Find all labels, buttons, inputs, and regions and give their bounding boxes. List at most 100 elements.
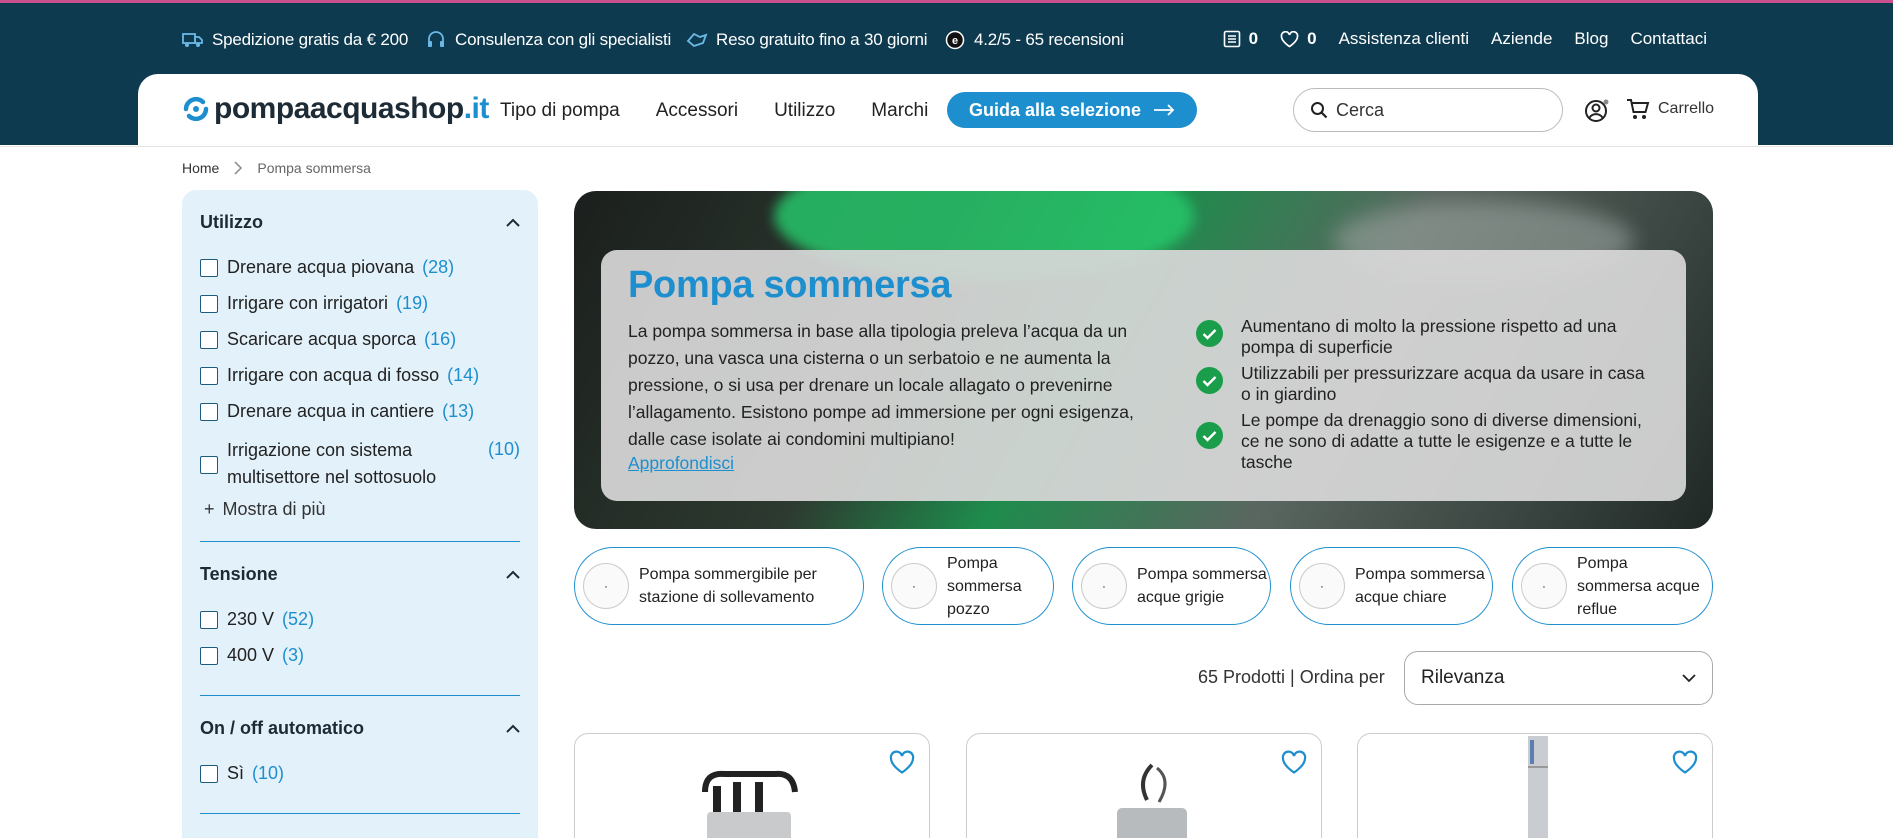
site-logo[interactable]: pompaacquashop .it <box>182 92 489 126</box>
chevron-down-icon <box>1682 673 1696 682</box>
filter-option[interactable]: Sì (10) <box>200 763 520 784</box>
category-thumbnail: ● <box>1299 563 1345 609</box>
filter-option[interactable]: 400 V (3) <box>200 645 520 666</box>
usp-returns: Reso gratuito fino a 30 giorni <box>686 29 928 51</box>
benefit-item: Aumentano di molto la pressione rispetto… <box>1196 316 1656 358</box>
chevron-up-icon <box>506 218 520 227</box>
logo-tld: .it <box>463 92 490 125</box>
category-chip[interactable]: ● Pompa sommersa acque grigie <box>1072 547 1271 625</box>
filter-option[interactable]: Drenare acqua in cantiere (13) <box>200 401 520 422</box>
link-contattaci[interactable]: Contattaci <box>1630 29 1707 49</box>
option-count: (10) <box>487 439 520 459</box>
logo-mark-icon <box>183 96 209 122</box>
category-label: Pompa sommersa acque grigie <box>1137 566 1267 606</box>
product-card[interactable] <box>966 733 1322 838</box>
product-image <box>1117 763 1187 838</box>
main-nav: Tipo di pompa Accessori Utilizzo Marchi <box>500 100 928 122</box>
breadcrumb-home[interactable]: Home <box>182 160 219 176</box>
filter-option[interactable]: Drenare acqua piovana (28) <box>200 257 520 278</box>
search-input[interactable] <box>1336 99 1536 121</box>
check-circle-icon <box>1196 367 1223 394</box>
category-hero: Pompa sommersa La pompa sommersa in base… <box>574 191 1713 529</box>
filter-option[interactable]: Irrigazione con sistema multisettore nel… <box>200 437 520 491</box>
filter-option[interactable]: Scaricare acqua sporca (16) <box>200 329 520 350</box>
nav-utilizzo[interactable]: Utilizzo <box>774 100 835 122</box>
arrow-right-icon <box>1154 104 1175 116</box>
guide-button[interactable]: Guida alla selezione <box>947 92 1198 128</box>
breadcrumb-current: Pompa sommersa <box>257 160 371 176</box>
checkbox[interactable] <box>200 456 218 474</box>
option-label: Drenare acqua in cantiere <box>227 401 435 421</box>
headset-icon <box>425 29 447 51</box>
category-chip[interactable]: ● Pompa sommersa acque chiare <box>1290 547 1493 625</box>
filter-option[interactable]: Irrigare con irrigatori (19) <box>200 293 520 314</box>
nav-accessori[interactable]: Accessori <box>656 100 738 122</box>
option-label: 400 V <box>227 645 275 665</box>
hero-card: Pompa sommersa La pompa sommersa in base… <box>601 250 1686 501</box>
usp-label[interactable]: 4.2/5 - 65 recensioni <box>974 30 1124 50</box>
heart-icon[interactable] <box>1281 750 1307 776</box>
product-card[interactable] <box>574 733 930 838</box>
heart-icon[interactable] <box>889 750 915 776</box>
checkbox[interactable] <box>200 295 218 313</box>
checkbox[interactable] <box>200 611 218 629</box>
category-thumbnail: ● <box>583 563 629 609</box>
account-icon[interactable] <box>1584 98 1610 124</box>
search-icon <box>1311 102 1328 119</box>
benefit-text: Le pompe da drenaggio sono di diverse di… <box>1241 410 1642 472</box>
page-title: Pompa sommersa <box>628 264 952 306</box>
filter-divider <box>200 813 520 814</box>
product-count: 65 Prodotti | Ordina per <box>1198 667 1385 687</box>
nav-tipo-di-pompa[interactable]: Tipo di pompa <box>500 100 620 122</box>
usp-label: Reso gratuito fino a 30 giorni <box>716 30 928 49</box>
filter-header-onoff[interactable]: On / off automatico <box>200 718 520 739</box>
benefit-text: Utilizzabili per pressurizzare acqua da … <box>1241 363 1645 404</box>
cart-link[interactable]: Carrello <box>1626 97 1714 121</box>
hero-benefits: Aumentano di molto la pressione rispetto… <box>1196 316 1656 478</box>
filter-header-utilizzo[interactable]: Utilizzo <box>200 212 520 233</box>
return-icon <box>686 29 708 51</box>
checkbox[interactable] <box>200 765 218 783</box>
link-aziende[interactable]: Aziende <box>1491 29 1552 49</box>
wishlist-link[interactable]: 0 <box>1280 29 1317 49</box>
usp-shipping: Spedizione gratis da € 200 <box>182 29 408 51</box>
filter-divider <box>200 695 520 696</box>
filter-group-utilizzo: Utilizzo <box>200 212 520 233</box>
product-image <box>702 770 798 838</box>
sort-select[interactable]: Rilevanza <box>1404 651 1713 705</box>
category-label: Pompa sommergibile per stazione di solle… <box>639 566 817 606</box>
top-links: 0 0 Assistenza clienti Aziende Blog Cont… <box>1223 29 1707 49</box>
filter-option[interactable]: Irrigare con acqua di fosso (14) <box>200 365 520 386</box>
link-assistenza[interactable]: Assistenza clienti <box>1339 29 1469 49</box>
read-more-link[interactable]: Approfondisci <box>628 453 734 474</box>
checkbox[interactable] <box>200 259 218 277</box>
main-header: pompaacquashop .it Tipo di pompa Accessor… <box>138 74 1758 146</box>
category-chip[interactable]: ● Pompa sommersa acque reflue <box>1512 547 1713 625</box>
filter-header-tensione[interactable]: Tensione <box>200 564 520 585</box>
category-chip[interactable]: ● Pompa sommergibile per stazione di sol… <box>574 547 864 625</box>
show-more-link[interactable]: + Mostra di più <box>200 499 520 520</box>
compare-link[interactable]: 0 <box>1223 29 1258 49</box>
checkbox[interactable] <box>200 367 218 385</box>
option-count: (19) <box>396 293 429 313</box>
compare-count: 0 <box>1248 29 1259 48</box>
filter-option[interactable]: 230 V (52) <box>200 609 520 630</box>
link-blog[interactable]: Blog <box>1574 29 1608 49</box>
nav-marchi[interactable]: Marchi <box>871 100 928 122</box>
filter-group-onoff: On / off automatico <box>200 718 520 739</box>
hero-description: La pompa sommersa in base alla tipologia… <box>628 321 1134 449</box>
category-chip[interactable]: ● Pompa sommersa pozzo <box>882 547 1054 625</box>
checkbox[interactable] <box>200 331 218 349</box>
search-box <box>1293 88 1563 132</box>
option-label: Irrigare con acqua di fosso <box>227 365 440 385</box>
product-card[interactable] <box>1357 733 1713 838</box>
chevron-up-icon <box>506 724 520 733</box>
rating-icon: e <box>944 29 966 51</box>
checkbox[interactable] <box>200 647 218 665</box>
header-divider <box>0 146 1893 147</box>
option-label: Irrigare con irrigatori <box>227 293 389 313</box>
heart-icon[interactable] <box>1672 750 1698 776</box>
check-circle-icon <box>1196 320 1223 347</box>
checkbox[interactable] <box>200 403 218 421</box>
truck-icon <box>182 29 204 51</box>
